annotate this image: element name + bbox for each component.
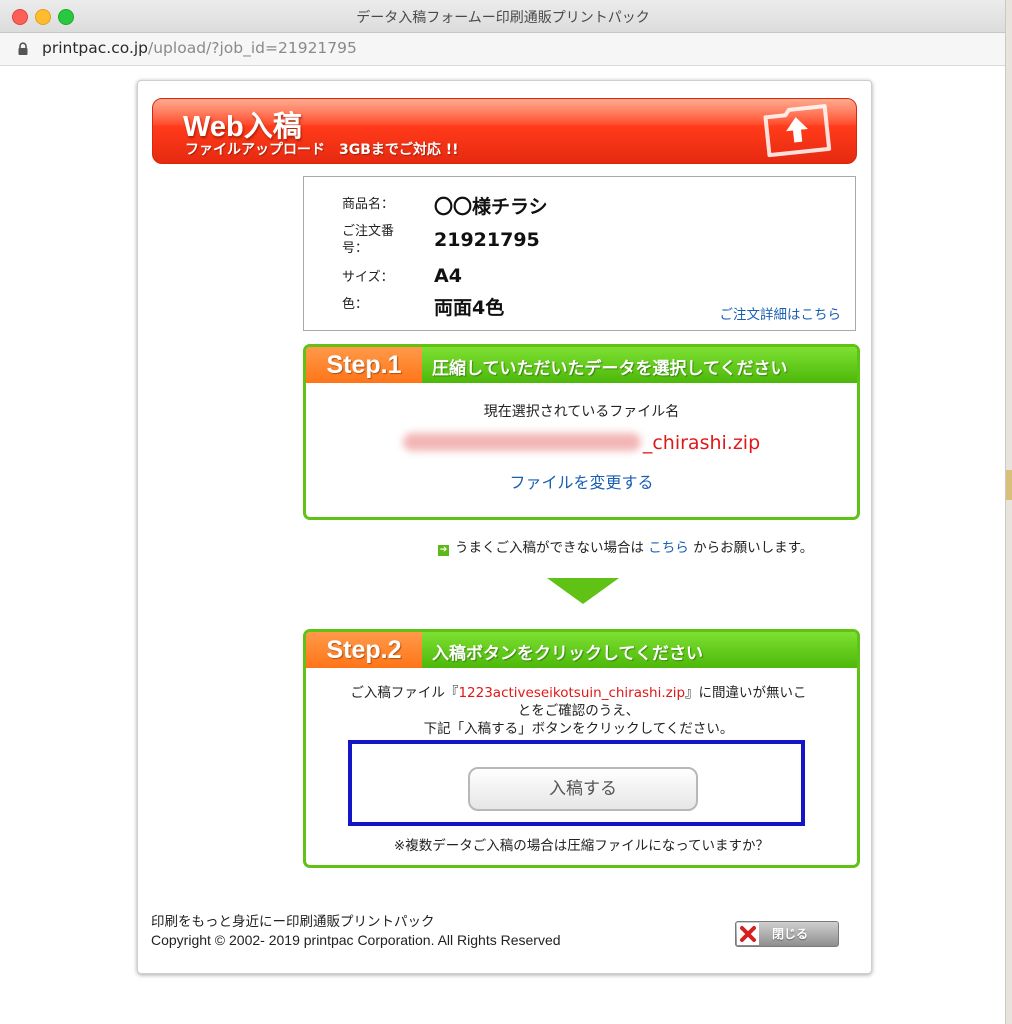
close-button-label: 閉じる bbox=[772, 927, 809, 941]
color-label: 色： bbox=[342, 297, 369, 312]
step2-header: Step.2 入稿ボタンをクリックしてください bbox=[306, 632, 857, 668]
background-window-edge bbox=[1005, 0, 1012, 1024]
url-text[interactable]: printpac.co.jp/upload/?job_id=21921795 bbox=[42, 39, 357, 57]
footer-tagline: 印刷をもっと身近にー印刷通販プリントパック bbox=[151, 914, 435, 930]
upload-folder-icon bbox=[763, 104, 832, 158]
banner-subtitle: ファイルアップロード 3GBまでご対応 !! bbox=[185, 142, 459, 158]
color-value: 両面4色 bbox=[434, 297, 505, 319]
product-value: 〇〇様チラシ bbox=[434, 196, 548, 218]
step1-number: Step.1 bbox=[306, 347, 422, 383]
down-arrow-icon bbox=[547, 578, 619, 604]
close-button[interactable]: 閉じる bbox=[735, 921, 839, 947]
close-icon bbox=[737, 923, 759, 945]
change-file-link[interactable]: ファイルを変更する bbox=[306, 469, 857, 493]
step2-title: 入稿ボタンをクリックしてください bbox=[432, 644, 703, 664]
upload-panel: Web入稿 ファイルアップロード 3GBまでご対応 !! 商品名： 〇〇様チラシ… bbox=[137, 80, 872, 974]
step2-number: Step.2 bbox=[306, 632, 422, 668]
step2-panel: Step.2 入稿ボタンをクリックしてください ご入稿ファイル『1223acti… bbox=[303, 629, 860, 868]
step1-title: 圧縮していただいたデータを選択してください bbox=[432, 359, 788, 379]
size-value: A4 bbox=[434, 265, 462, 287]
order-number-label-2: 号： bbox=[342, 241, 369, 256]
step1-panel: Step.1 圧縮していただいたデータを選択してください 現在選択されているファ… bbox=[303, 344, 860, 520]
selected-file-suffix: _chirashi.zip bbox=[642, 432, 761, 454]
step1-header: Step.1 圧縮していただいたデータを選択してください bbox=[306, 347, 857, 383]
address-bar[interactable]: printpac.co.jp/upload/?job_id=21921795 bbox=[0, 33, 1006, 66]
confirm-message: ご入稿ファイル『1223activeseikotsuin_chirashi.zi… bbox=[350, 685, 807, 737]
order-detail-link[interactable]: ご注文詳細はこちら bbox=[720, 303, 842, 323]
window-titlebar: データ入稿フォームー印刷通販プリントパック bbox=[0, 0, 1006, 33]
upload-file-name: 1223activeseikotsuin_chirashi.zip bbox=[458, 685, 686, 701]
lock-icon bbox=[18, 42, 28, 55]
order-number-label-1: ご注文番 bbox=[342, 224, 395, 239]
size-label: サイズ： bbox=[342, 270, 394, 285]
help-link[interactable]: こちら bbox=[648, 540, 689, 556]
current-file-label: 現在選択されているファイル名 bbox=[483, 404, 680, 420]
multi-file-note: ※複数データご入稿の場合は圧縮ファイルになっていますか？ bbox=[393, 838, 770, 854]
product-label: 商品名： bbox=[342, 197, 395, 212]
submit-upload-button[interactable]: 入稿する bbox=[468, 767, 698, 811]
window-title: データ入稿フォームー印刷通販プリントパック bbox=[356, 10, 650, 26]
submit-highlight-box: 入稿する bbox=[348, 740, 805, 826]
selected-file-name: _chirashi.zip bbox=[306, 432, 857, 454]
arrow-right-icon: ➔ bbox=[438, 545, 449, 556]
web-upload-banner: Web入稿 ファイルアップロード 3GBまでご対応 !! bbox=[152, 98, 857, 164]
footer-copyright: Copyright © 2002- 2019 printpac Corporat… bbox=[151, 932, 561, 948]
order-info-box: 商品名： 〇〇様チラシ ご注文番 号： 21921795 サイズ： A4 色： … bbox=[303, 176, 856, 331]
order-number-value: 21921795 bbox=[434, 229, 540, 251]
blurred-filename-redaction bbox=[402, 433, 641, 451]
help-message: ➔ うまくご入稿ができない場合は こちら からお願いします。 bbox=[438, 540, 814, 556]
